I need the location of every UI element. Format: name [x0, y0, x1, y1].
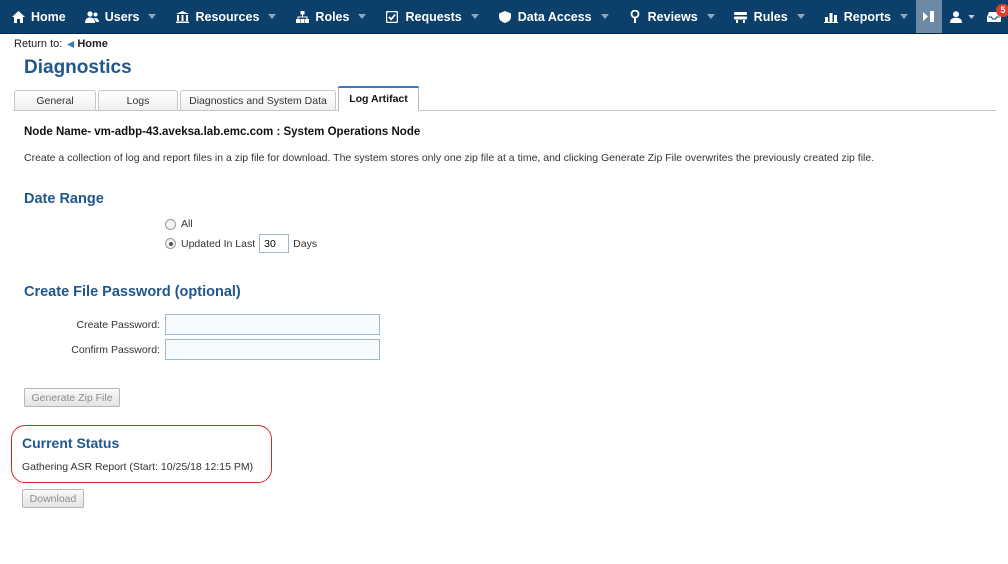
radio-updated-in-last[interactable]: [165, 238, 176, 249]
radio-all-label: All: [181, 218, 193, 230]
chevron-down-icon: [899, 14, 908, 19]
status-highlight-outline: [11, 425, 272, 483]
chevron-down-icon: [706, 14, 715, 19]
tab-bar: General Logs Diagnostics and System Data…: [14, 86, 996, 111]
chevron-down-icon: [358, 14, 367, 19]
notifications-button[interactable]: 5: [981, 0, 1008, 33]
top-nav: Home Users Resources Roles Requests Data…: [0, 0, 1008, 34]
reports-icon: [823, 10, 838, 24]
collapse-panel-button[interactable]: [915, 0, 942, 33]
chevron-down-icon: [600, 14, 609, 19]
nav-requests[interactable]: Requests: [374, 0, 486, 33]
node-name: Node Name- vm-adbp-43.aveksa.lab.emc.com…: [24, 126, 421, 138]
days-input[interactable]: [259, 234, 290, 253]
tab-log-artifact[interactable]: Log Artifact: [338, 86, 419, 111]
chevron-down-icon: [148, 14, 157, 19]
radio-all[interactable]: [165, 218, 176, 230]
radio-all-row: All: [165, 218, 193, 230]
user-icon: [949, 10, 962, 23]
back-arrow-icon: [67, 40, 75, 48]
nav-data-access[interactable]: Data Access: [487, 0, 617, 33]
generate-zip-file-button[interactable]: Generate Zip File: [24, 388, 120, 407]
chevron-down-icon: [268, 14, 277, 19]
rules-icon: [734, 10, 748, 24]
notification-badge: 5: [995, 4, 1008, 17]
confirm-password-input[interactable]: [165, 339, 380, 360]
current-status-text: Gathering ASR Report (Start: 10/25/18 12…: [22, 461, 254, 473]
download-button[interactable]: Download: [22, 489, 84, 508]
reviews-icon: [628, 10, 642, 24]
chevron-down-icon: [968, 14, 975, 19]
nav-resources[interactable]: Resources: [164, 0, 284, 33]
nav-data-access-label: Data Access: [517, 9, 592, 24]
requests-icon: [385, 10, 399, 24]
user-menu-button[interactable]: [942, 0, 981, 33]
roles-icon: [295, 10, 309, 24]
chevron-down-icon: [470, 14, 479, 19]
breadcrumb-home-link[interactable]: Home: [77, 38, 108, 50]
page-title: Diagnostics: [24, 57, 132, 78]
password-heading: Create File Password (optional): [24, 284, 241, 300]
nav-reports[interactable]: Reports: [813, 0, 916, 33]
nav-reviews-label: Reviews: [647, 9, 698, 24]
collapse-arrow-icon: [922, 11, 934, 22]
nav-rules-label: Rules: [753, 9, 788, 24]
nav-resources-label: Resources: [195, 9, 260, 24]
nav-rules[interactable]: Rules: [723, 0, 813, 33]
nav-home[interactable]: Home: [0, 0, 74, 33]
nav-reviews[interactable]: Reviews: [617, 0, 723, 33]
chevron-down-icon: [796, 14, 805, 19]
users-icon: [84, 10, 99, 24]
date-range-heading: Date Range: [24, 191, 104, 207]
days-unit-label: Days: [293, 237, 318, 250]
data-access-icon: [498, 10, 512, 24]
nav-requests-label: Requests: [405, 9, 462, 24]
create-password-label: Create Password:: [76, 319, 160, 331]
current-status-heading: Current Status: [22, 435, 120, 451]
tab-diagnostics-and-system-data[interactable]: Diagnostics and System Data: [180, 90, 336, 110]
nav-right-tools: 5 ?: [915, 0, 1008, 33]
radio-updated-row: Updated In Last Days: [165, 234, 317, 253]
breadcrumb-prefix: Return to:: [14, 38, 63, 50]
nav-roles[interactable]: Roles: [284, 0, 374, 33]
breadcrumb: Return to: Home: [14, 38, 108, 50]
tab-logs[interactable]: Logs: [98, 90, 178, 110]
confirm-password-label: Confirm Password:: [71, 344, 160, 356]
nav-users[interactable]: Users: [74, 0, 165, 33]
nav-home-label: Home: [31, 9, 66, 24]
home-icon: [11, 10, 25, 24]
nav-roles-label: Roles: [315, 9, 350, 24]
create-password-input[interactable]: [165, 314, 380, 335]
nav-users-label: Users: [104, 9, 140, 24]
page-description: Create a collection of log and report fi…: [24, 152, 875, 164]
radio-updated-label: Updated In Last: [181, 237, 256, 250]
resources-icon: [175, 10, 189, 24]
nav-reports-label: Reports: [843, 9, 891, 24]
tab-general[interactable]: General: [14, 90, 96, 110]
